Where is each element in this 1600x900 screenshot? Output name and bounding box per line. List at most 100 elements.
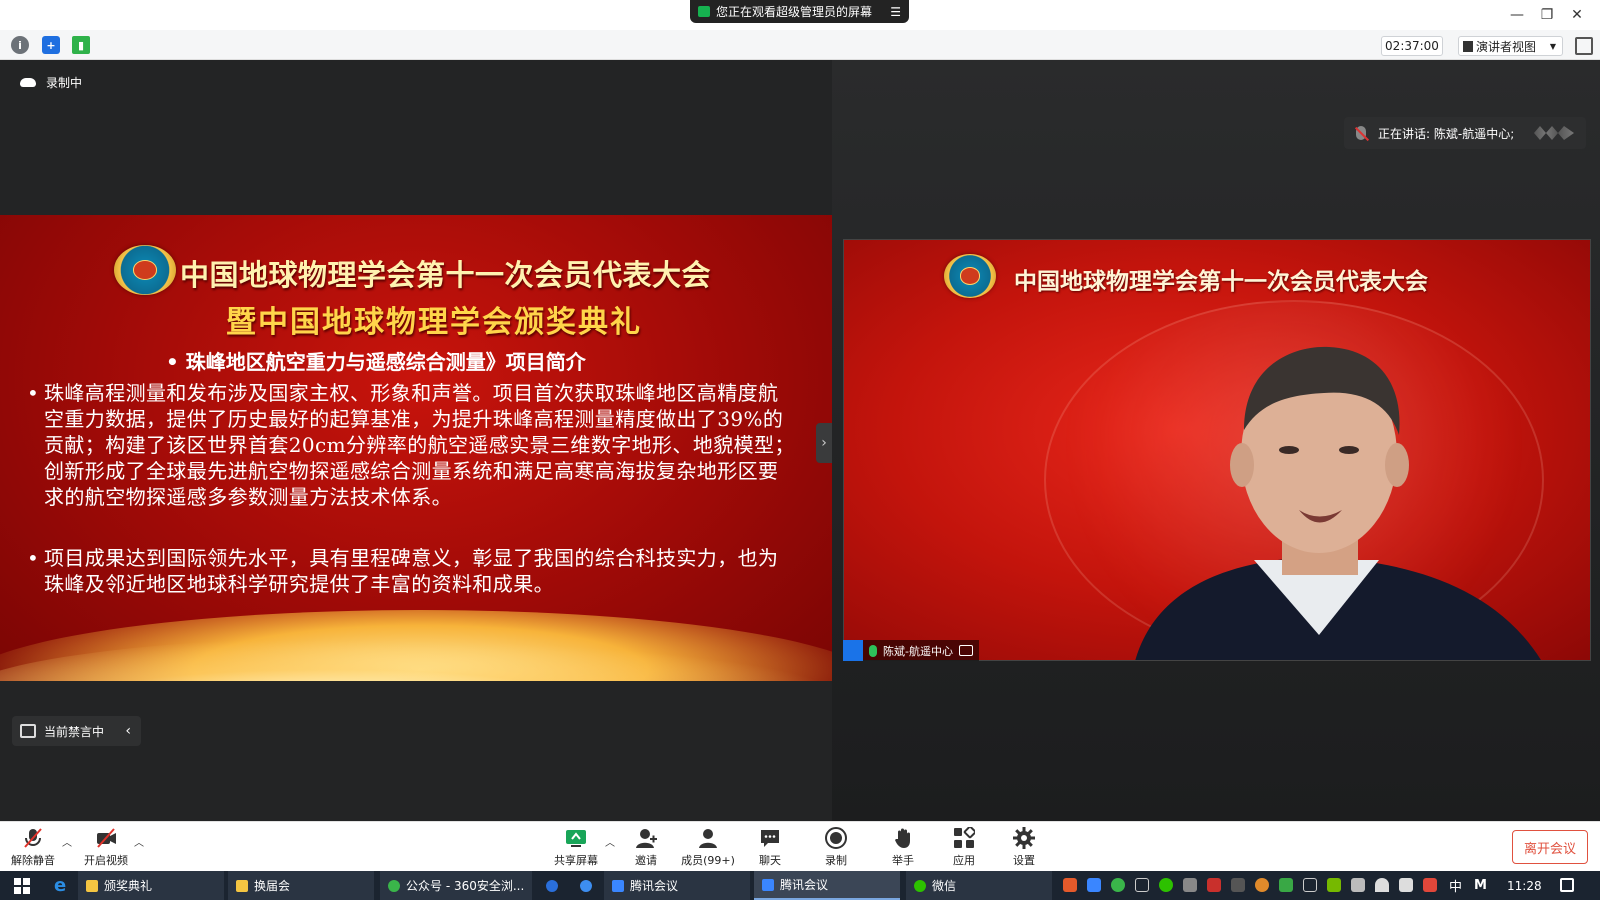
- tray-monitor-icon[interactable]: [1231, 878, 1245, 892]
- mute-status-icon: [20, 724, 36, 738]
- speaker-person-image: [1135, 346, 1541, 660]
- taskbar-item-label: 颁奖典礼: [104, 879, 153, 893]
- slide-paragraph-2: • 项目成果达到国际领先水平，具有里程碑意义，彰显了我国的综合科技实力，也为珠峰…: [27, 545, 796, 597]
- tray-alert-icon[interactable]: [1423, 878, 1437, 892]
- taskbar-item-label: 微信: [932, 879, 957, 893]
- speaker-video[interactable]: 中国地球物理学会第十一次会员代表大会: [843, 239, 1591, 661]
- chevron-up-icon[interactable]: ︿: [134, 834, 144, 849]
- chevron-down-icon: ▼: [1549, 41, 1556, 51]
- mic-muted-icon: [1356, 126, 1366, 140]
- video-background-title: 中国地球物理学会第十一次会员代表大会: [1014, 269, 1428, 295]
- app-icon-blue[interactable]: [538, 871, 564, 900]
- info-icon[interactable]: i: [11, 36, 29, 54]
- taskbar-item-tencent-meeting-1[interactable]: 腾讯会议: [604, 871, 750, 900]
- tray-security-icon[interactable]: [1279, 878, 1293, 892]
- screen-share-banner[interactable]: 您正在观看超级管理员的屏幕 ☰: [690, 0, 909, 23]
- tray-wechat-icon[interactable]: [1159, 878, 1173, 892]
- system-clock[interactable]: 11:28: [1507, 871, 1542, 900]
- taskbar-item-browser[interactable]: 公众号 - 360安全浏...: [380, 871, 532, 900]
- presentation-slide: 中国地球物理学会第十一次会员代表大会 暨中国地球物理学会颁奖典礼 • 珠峰地区航…: [0, 215, 832, 681]
- record-label: 录制: [825, 854, 847, 867]
- taskbar-item-award-ceremony[interactable]: 颁奖典礼: [78, 871, 224, 900]
- windows-logo-icon: [14, 877, 30, 894]
- share-screen-label: 共享屏幕: [554, 854, 598, 867]
- chat-button[interactable]: 聊天: [740, 827, 800, 868]
- members-button[interactable]: 成员(99+): [678, 827, 738, 868]
- chat-label: 聊天: [759, 854, 781, 867]
- speaking-label: 正在讲话: 陈斌-航遥中心;: [1378, 126, 1515, 141]
- shield-icon[interactable]: +: [42, 36, 60, 54]
- apps-label: 应用: [953, 854, 975, 867]
- ime-mode-indicator[interactable]: M: [1474, 871, 1487, 900]
- meeting-control-bar: 解除静音 ︿ 开启视频 ︿ 共享屏幕 ︿ 邀请 成员(99+) 聊天 录制 举手…: [0, 821, 1600, 871]
- chevron-up-icon[interactable]: ︿: [62, 834, 72, 849]
- raise-hand-button[interactable]: 举手: [873, 827, 933, 868]
- tray-volume-icon[interactable]: [1399, 878, 1413, 892]
- taskbar-item-election[interactable]: 换届会: [228, 871, 374, 900]
- start-video-button[interactable]: 开启视频: [76, 827, 136, 868]
- apps-button[interactable]: 应用: [934, 827, 994, 868]
- chevron-left-icon[interactable]: ‹: [125, 723, 131, 739]
- hand-icon: [895, 828, 910, 848]
- taskbar-item-wechat[interactable]: 微信: [906, 871, 1052, 900]
- tray-app-icon[interactable]: [1063, 878, 1077, 892]
- view-mode-label: 演讲者视图: [1476, 39, 1537, 54]
- gear-icon: [1013, 827, 1035, 849]
- tray-wifi-icon[interactable]: [1375, 878, 1389, 892]
- audio-level-icon: [1534, 126, 1574, 140]
- settings-label: 设置: [1013, 854, 1035, 867]
- windows-taskbar: e 颁奖典礼 换届会 公众号 - 360安全浏... 腾讯会议 腾讯会议 微信 …: [0, 871, 1600, 900]
- shared-screen-area: 录制中 中国地球物理学会第十一次会员代表大会 暨中国地球物理学会颁奖典礼 • 珠…: [0, 60, 832, 821]
- taskbar-item-label: 腾讯会议: [630, 879, 679, 893]
- chat-icon: [761, 830, 779, 847]
- tray-nvidia-icon[interactable]: [1327, 878, 1341, 892]
- notification-icon[interactable]: [1560, 878, 1574, 892]
- tray-network-icon[interactable]: [1183, 878, 1197, 892]
- cloud-icon: [20, 78, 36, 87]
- add-user-icon: [636, 829, 657, 848]
- share-screen-button[interactable]: 共享屏幕: [546, 827, 606, 868]
- view-mode-dropdown[interactable]: 演讲者视图 ▼: [1458, 36, 1563, 56]
- record-icon: [825, 827, 847, 849]
- folder-icon: [86, 879, 98, 892]
- ime-language-indicator[interactable]: 中: [1449, 871, 1462, 900]
- recording-label: 录制中: [46, 76, 83, 90]
- share-banner-text: 您正在观看超级管理员的屏幕: [716, 5, 873, 19]
- tray-keyboard-icon[interactable]: [1303, 878, 1317, 892]
- record-button[interactable]: 录制: [806, 827, 866, 868]
- taskbar-item-label: 腾讯会议: [780, 878, 829, 892]
- slide-subtitle: 暨中国地球物理学会颁奖典礼: [226, 305, 642, 340]
- close-icon[interactable]: ✕: [1566, 4, 1588, 26]
- invite-button[interactable]: 邀请: [616, 827, 676, 868]
- paragraph-1-text: 珠峰高程测量和发布涉及国家主权、形象和声誉。项目首次获取珠峰地区高精度航空重力数…: [44, 381, 795, 509]
- meeting-timer: 02:37:00: [1381, 36, 1443, 56]
- tray-browser-icon[interactable]: [1111, 878, 1125, 892]
- list-icon[interactable]: ☰: [890, 5, 901, 19]
- panel-collapse-handle[interactable]: ›: [816, 423, 832, 463]
- settings-button[interactable]: 设置: [994, 827, 1054, 868]
- fullscreen-icon[interactable]: [1575, 37, 1593, 55]
- chevron-up-icon[interactable]: ︿: [605, 834, 615, 849]
- society-emblem-logo: [944, 254, 996, 298]
- tray-meeting-icon[interactable]: [1087, 878, 1101, 892]
- mute-notice-label: 当前禁言中: [44, 724, 105, 739]
- minimize-icon[interactable]: —: [1506, 4, 1528, 26]
- signal-icon[interactable]: ▮: [72, 36, 90, 54]
- ie-browser-icon[interactable]: e: [46, 871, 76, 900]
- taskbar-item-tencent-meeting-2[interactable]: 腾讯会议: [754, 871, 900, 900]
- app-icon-feather[interactable]: [572, 871, 598, 900]
- windows-start-icon[interactable]: [6, 871, 36, 900]
- taskbar-item-label: 公众号 - 360安全浏...: [406, 879, 525, 893]
- paragraph-2-text: 项目成果达到国际领先水平，具有里程碑意义，彰显了我国的综合科技实力，也为珠峰及邻…: [44, 546, 779, 596]
- tray-pdf-icon[interactable]: [1207, 878, 1221, 892]
- app-icon: [580, 879, 592, 892]
- mute-notice[interactable]: 当前禁言中 ‹: [12, 716, 141, 746]
- recording-indicator: 录制中: [20, 74, 82, 91]
- tray-battery-icon[interactable]: [1351, 878, 1365, 892]
- tray-window-icon[interactable]: [1135, 878, 1149, 892]
- unmute-button[interactable]: 解除静音: [3, 827, 63, 868]
- restore-icon[interactable]: ❐: [1536, 4, 1558, 26]
- meeting-toolbar: i + ▮ 02:37:00 演讲者视图 ▼: [0, 30, 1600, 60]
- tray-qq-icon[interactable]: [1255, 878, 1269, 892]
- leave-meeting-button[interactable]: 离开会议: [1512, 830, 1588, 864]
